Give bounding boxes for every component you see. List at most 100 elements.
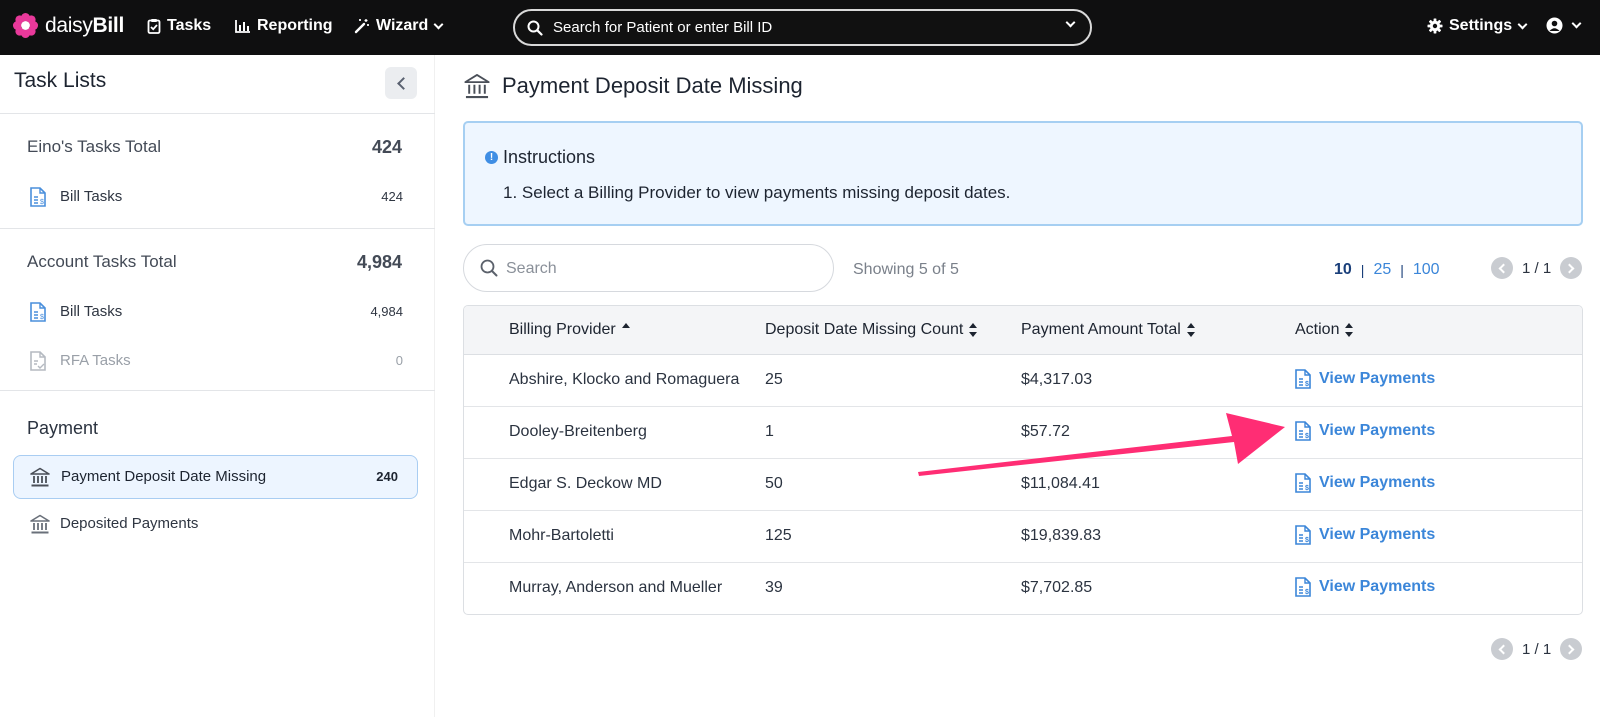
next-page-button[interactable] bbox=[1560, 638, 1583, 660]
column-label: Billing Provider bbox=[509, 321, 616, 338]
table-search-input[interactable] bbox=[506, 257, 806, 281]
section-title-payment: Payment bbox=[27, 418, 99, 438]
chevron-down-icon bbox=[1517, 19, 1528, 29]
sidebar-item-count: 424 bbox=[381, 189, 403, 204]
payments-table: Billing Provider Deposit Date Missing Co… bbox=[463, 305, 1583, 615]
sort-icon bbox=[1345, 323, 1354, 337]
page-title: Payment Deposit Date Missing bbox=[464, 73, 803, 99]
table-row: Dooley-Breitenberg 1 $57.72 $ View Payme… bbox=[464, 407, 1582, 459]
prev-page-button[interactable] bbox=[1491, 638, 1513, 660]
nav-reporting-label: Reporting bbox=[257, 17, 333, 34]
chevron-down-icon bbox=[1571, 18, 1582, 29]
cell-amount: $19,839.83 bbox=[1021, 527, 1102, 544]
view-payments-label: View Payments bbox=[1319, 422, 1436, 439]
separator: | bbox=[1400, 262, 1404, 278]
pager-bottom: 1 / 1 bbox=[1491, 638, 1583, 660]
chevron-left-icon bbox=[1498, 263, 1509, 273]
page-size-10[interactable]: 10 bbox=[1334, 261, 1352, 279]
view-payments-link[interactable]: $ View Payments bbox=[1295, 369, 1435, 389]
svg-text:$: $ bbox=[40, 314, 44, 321]
sidebar-item-label: Deposited Payments bbox=[60, 515, 199, 532]
sidebar-item-label: Bill Tasks bbox=[60, 303, 123, 320]
separator: | bbox=[1360, 262, 1365, 278]
sidebar-item-rfa-tasks[interactable]: RFA Tasks 0 bbox=[0, 341, 435, 381]
view-payments-link[interactable]: $ View Payments bbox=[1295, 577, 1435, 597]
nav-wizard[interactable]: Wizard bbox=[354, 17, 444, 35]
group-total-eino: 424 bbox=[371, 137, 402, 157]
sidebar-item-payment-deposit-date-missing[interactable]: Payment Deposit Date Missing 240 bbox=[13, 455, 418, 499]
nav-settings[interactable]: Settings bbox=[1427, 17, 1528, 35]
svg-text:$: $ bbox=[1305, 381, 1309, 388]
group-title-eino: Eino's Tasks Total bbox=[27, 137, 161, 156]
view-payments-link[interactable]: $ View Payments bbox=[1295, 473, 1435, 493]
chevron-right-icon bbox=[1564, 644, 1575, 654]
patient-search-placeholder: Search for Patient or enter Bill ID bbox=[553, 19, 773, 36]
bar-chart-icon bbox=[235, 20, 250, 33]
sidebar-item-count: 0 bbox=[395, 353, 403, 368]
sidebar-item-deposited-payments[interactable]: Deposited Payments bbox=[0, 504, 435, 544]
sort-asc-icon bbox=[621, 323, 631, 331]
column-label: Deposit Date Missing Count bbox=[765, 321, 964, 338]
instructions-line: 1. Select a Billing Provider to view pay… bbox=[503, 183, 1011, 202]
account-menu[interactable] bbox=[1546, 17, 1582, 34]
group-total-account: 4,984 bbox=[356, 252, 402, 272]
sidebar-item-account-bill-tasks[interactable]: $ Bill Tasks 4,984 bbox=[0, 292, 435, 332]
chevron-down-icon bbox=[433, 19, 444, 29]
divider bbox=[0, 390, 435, 391]
clipboard-check-icon bbox=[147, 19, 161, 34]
page-indicator: 1 / 1 bbox=[1522, 259, 1552, 277]
top-nav: daisyBill Tasks Reporting Wizard Search … bbox=[0, 0, 1600, 55]
bill-document-icon: $ bbox=[1295, 577, 1311, 597]
column-label: Action bbox=[1295, 321, 1340, 338]
cell-provider: Dooley-Breitenberg bbox=[509, 423, 647, 440]
instructions-panel: ! Instructions 1. Select a Billing Provi… bbox=[463, 121, 1583, 226]
divider bbox=[0, 113, 435, 114]
column-header-billing-provider[interactable]: Billing Provider bbox=[509, 321, 631, 339]
chevron-right-icon bbox=[1564, 263, 1575, 273]
bill-document-icon: $ bbox=[30, 187, 46, 207]
table-row: Abshire, Klocko and Romaguera 25 $4,317.… bbox=[464, 355, 1582, 407]
instructions-title: Instructions bbox=[503, 147, 596, 167]
column-header-payment-amount-total[interactable]: Payment Amount Total bbox=[1021, 321, 1196, 339]
logo-text: daisyBill bbox=[45, 14, 124, 38]
view-payments-label: View Payments bbox=[1319, 474, 1436, 491]
svg-text:$: $ bbox=[1305, 589, 1309, 596]
page-size-25[interactable]: 25 bbox=[1373, 261, 1391, 279]
sidebar-item-label: RFA Tasks bbox=[60, 352, 131, 369]
logo[interactable]: daisyBill bbox=[12, 12, 124, 39]
svg-text:$: $ bbox=[1305, 537, 1309, 544]
sidebar-item-eino-bill-tasks[interactable]: $ Bill Tasks 424 bbox=[0, 177, 435, 217]
sidebar-item-label: Bill Tasks bbox=[60, 188, 123, 205]
nav-reporting[interactable]: Reporting bbox=[235, 17, 333, 35]
collapse-sidebar-button[interactable] bbox=[385, 67, 417, 99]
patient-search-input[interactable]: Search for Patient or enter Bill ID bbox=[513, 9, 1092, 46]
sort-icon bbox=[969, 323, 978, 337]
sidebar-item-count: 240 bbox=[376, 469, 398, 484]
cell-count: 25 bbox=[765, 371, 783, 388]
bill-document-icon: $ bbox=[1295, 369, 1311, 389]
magic-wand-icon bbox=[354, 19, 369, 34]
chevron-down-icon[interactable] bbox=[1065, 17, 1076, 28]
cell-amount: $7,702.85 bbox=[1021, 579, 1093, 596]
next-page-button[interactable] bbox=[1560, 257, 1583, 279]
table-search[interactable] bbox=[463, 244, 834, 292]
sidebar-title: Task Lists bbox=[14, 69, 107, 92]
group-title-account: Account Tasks Total bbox=[27, 252, 177, 271]
search-icon bbox=[480, 259, 498, 277]
chevron-left-icon bbox=[1498, 644, 1509, 654]
column-header-deposit-date-missing-count[interactable]: Deposit Date Missing Count bbox=[765, 321, 978, 339]
sidebar-item-label: Payment Deposit Date Missing bbox=[61, 468, 267, 485]
cell-provider: Murray, Anderson and Mueller bbox=[509, 579, 723, 596]
bank-icon bbox=[30, 514, 50, 534]
page-indicator: 1 / 1 bbox=[1522, 640, 1552, 658]
svg-text:$: $ bbox=[1305, 433, 1309, 440]
view-payments-link[interactable]: $ View Payments bbox=[1295, 525, 1435, 545]
page-size-100[interactable]: 100 bbox=[1413, 261, 1440, 279]
column-header-action[interactable]: Action bbox=[1295, 321, 1354, 339]
bank-icon bbox=[464, 74, 490, 99]
pager-top: 1 / 1 bbox=[1491, 257, 1583, 279]
cell-provider: Mohr-Bartoletti bbox=[509, 527, 614, 544]
prev-page-button[interactable] bbox=[1491, 257, 1513, 279]
nav-tasks[interactable]: Tasks bbox=[147, 17, 211, 35]
view-payments-link[interactable]: $ View Payments bbox=[1295, 421, 1435, 441]
